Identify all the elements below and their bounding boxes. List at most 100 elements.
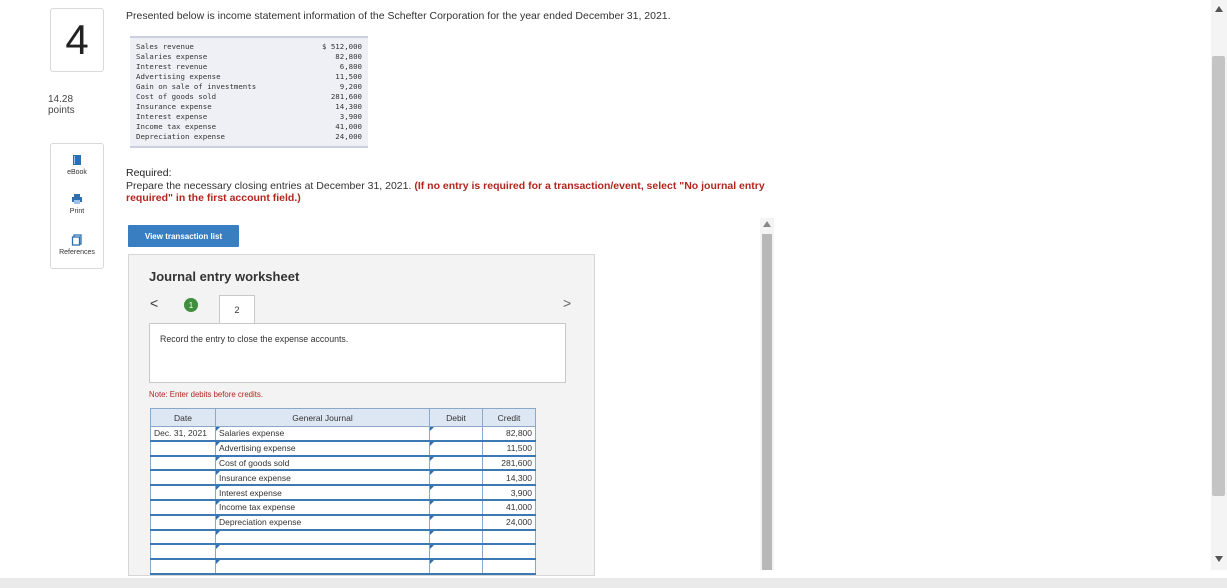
journal-debit-cell[interactable] — [429, 529, 483, 546]
references-label: References — [59, 249, 95, 256]
references-button[interactable]: References — [51, 234, 103, 256]
income-item-label: Sales revenue — [136, 42, 194, 51]
journal-debit-cell[interactable] — [429, 485, 483, 501]
required-instruction: Prepare the necessary closing entries at… — [126, 180, 415, 192]
page-scroll-down-icon[interactable] — [1215, 556, 1223, 562]
income-item-label: Depreciation expense — [136, 132, 225, 141]
journal-credit-cell[interactable] — [482, 544, 536, 561]
income-item-row: Income tax expense 41,000 — [136, 122, 362, 132]
journal-account-cell[interactable] — [215, 544, 430, 561]
worksheet-scroll-thumb[interactable] — [762, 234, 772, 570]
journal-debit-cell[interactable] — [429, 559, 483, 575]
journal-row: Insurance expense 14,300 — [150, 470, 536, 487]
entry-description: Record the entry to close the expense ac… — [149, 323, 566, 383]
journal-row: Advertising expense 11,500 — [150, 440, 536, 457]
journal-row: Income tax expense 41,000 — [150, 499, 536, 516]
income-item-value: 14,300 — [335, 102, 362, 111]
income-statement-table: Sales revenue $ 512,000 Salaries expense 82… — [130, 36, 368, 148]
income-item-row: Gain on sale of investments 9,200 — [136, 82, 362, 92]
income-item-row: Interest expense 3,900 — [136, 112, 362, 122]
prev-step-button[interactable]: < — [150, 295, 158, 311]
income-item-label: Insurance expense — [136, 102, 212, 111]
journal-row: Cost of goods sold 281,600 — [150, 455, 536, 472]
journal-account-cell[interactable] — [215, 559, 430, 575]
income-item-row: Cost of goods sold 281,600 — [136, 92, 362, 102]
ebook-button[interactable]: eBook — [51, 154, 103, 176]
journal-credit-cell[interactable]: 14,300 — [482, 470, 536, 487]
tools-panel: eBook Print References — [50, 143, 104, 269]
page-scroll-up-icon[interactable] — [1215, 6, 1223, 12]
income-item-label: Interest expense — [136, 112, 208, 121]
journal-debit-cell[interactable] — [429, 470, 483, 487]
step-1-tab[interactable]: 1 — [184, 298, 198, 312]
journal-table: Date General Journal Debit Credit Dec. 3… — [150, 408, 536, 575]
journal-credit-cell[interactable] — [482, 529, 536, 546]
journal-credit-cell[interactable]: 11,500 — [482, 440, 536, 457]
col-credit: Credit — [482, 408, 536, 427]
income-item-value: 11,500 — [335, 72, 362, 81]
scroll-up-icon[interactable] — [763, 221, 771, 227]
step-2-tab[interactable]: 2 — [219, 295, 255, 323]
print-label: Print — [69, 208, 85, 215]
references-icon — [71, 234, 82, 246]
income-item-label: Income tax expense — [136, 122, 217, 131]
journal-credit-cell[interactable] — [482, 559, 536, 575]
journal-account-cell[interactable]: Advertising expense — [215, 440, 430, 457]
journal-date-cell[interactable] — [150, 440, 216, 457]
income-item-row: Sales revenue $ 512,000 — [136, 42, 362, 52]
journal-account-cell[interactable] — [215, 529, 430, 546]
journal-account-cell[interactable]: Income tax expense — [215, 499, 430, 516]
question-intro: Presented below is income statement info… — [126, 10, 671, 22]
page-scroll-thumb[interactable] — [1212, 56, 1225, 496]
journal-account-cell[interactable]: Insurance expense — [215, 470, 430, 487]
worksheet-title: Journal entry worksheet — [149, 269, 300, 284]
journal-debit-cell[interactable] — [429, 514, 483, 531]
next-step-button[interactable]: > — [563, 295, 571, 311]
journal-row: Dec. 31, 2021 Salaries expense 82,800 — [150, 426, 536, 442]
journal-account-cell[interactable]: Depreciation expense — [215, 514, 430, 531]
income-item-label: Gain on sale of investments — [136, 82, 257, 91]
view-transaction-list-button[interactable]: View transaction list — [128, 225, 239, 247]
ebook-label: eBook — [67, 169, 87, 176]
journal-entry-worksheet: Journal entry worksheet < 1 2 > Record t… — [128, 254, 595, 576]
journal-debit-cell[interactable] — [429, 499, 483, 516]
journal-credit-cell[interactable]: 82,800 — [482, 426, 536, 442]
col-date: Date — [150, 408, 216, 427]
journal-row — [150, 559, 536, 575]
journal-date-cell[interactable] — [150, 529, 216, 546]
journal-date-cell[interactable] — [150, 485, 216, 501]
journal-date-cell[interactable]: Dec. 31, 2021 — [150, 426, 216, 442]
journal-date-cell[interactable] — [150, 514, 216, 531]
income-item-value: $ 512,000 — [321, 42, 362, 51]
journal-row: Depreciation expense 24,000 — [150, 514, 536, 531]
journal-date-cell[interactable] — [150, 470, 216, 487]
journal-debit-cell[interactable] — [429, 455, 483, 472]
journal-date-cell[interactable] — [150, 559, 216, 575]
income-item-value: 41,000 — [335, 122, 362, 131]
journal-debit-cell[interactable] — [429, 440, 483, 457]
journal-date-cell[interactable] — [150, 499, 216, 516]
col-debit: Debit — [429, 408, 483, 427]
journal-credit-cell[interactable]: 41,000 — [482, 499, 536, 516]
print-button[interactable]: Print — [51, 193, 103, 215]
journal-account-cell[interactable]: Cost of goods sold — [215, 455, 430, 472]
journal-account-cell[interactable]: Salaries expense — [215, 426, 430, 442]
journal-credit-cell[interactable]: 24,000 — [482, 514, 536, 531]
journal-credit-cell[interactable]: 3,900 — [482, 485, 536, 501]
points-indicator: 14.28 points — [48, 94, 75, 116]
journal-date-cell[interactable] — [150, 455, 216, 472]
col-general-journal: General Journal — [215, 408, 430, 427]
journal-row — [150, 529, 536, 546]
income-item-value: 281,600 — [330, 92, 362, 101]
income-item-value: 6,800 — [339, 62, 362, 71]
journal-debit-cell[interactable] — [429, 426, 483, 442]
journal-account-cell[interactable]: Interest expense — [215, 485, 430, 501]
journal-debit-cell[interactable] — [429, 544, 483, 561]
income-item-row: Insurance expense 14,300 — [136, 102, 362, 112]
journal-date-cell[interactable] — [150, 544, 216, 561]
points-value: 14.28 — [48, 94, 74, 105]
journal-credit-cell[interactable]: 281,600 — [482, 455, 536, 472]
income-item-value: 82,800 — [335, 52, 362, 61]
question-number: 4 — [50, 8, 104, 72]
income-item-label: Salaries expense — [136, 52, 208, 61]
